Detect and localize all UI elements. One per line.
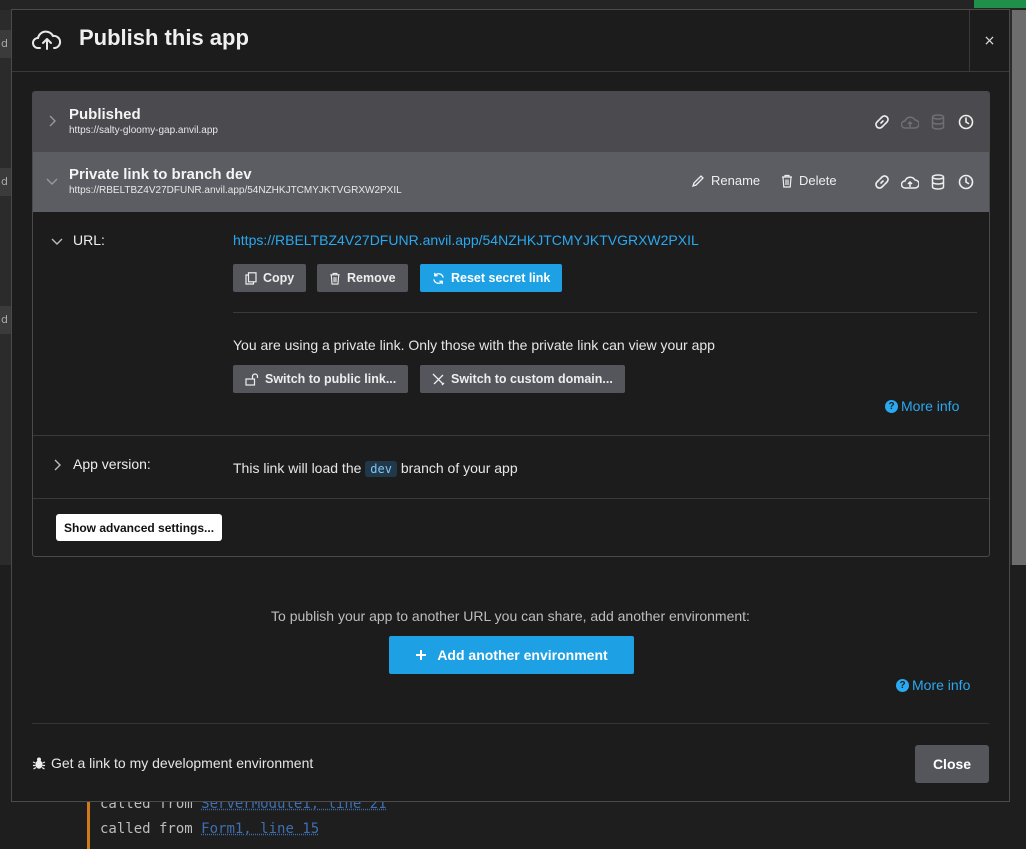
refresh-icon <box>433 272 444 284</box>
publish-dialog: Publish this app × Published https://sal… <box>11 9 1010 802</box>
question-icon: ? <box>885 399 898 413</box>
divider <box>33 435 989 436</box>
remove-button[interactable]: Remove <box>317 264 408 292</box>
rename-button[interactable]: Rename <box>691 173 760 188</box>
chevron-right-icon[interactable] <box>50 458 64 472</box>
environment-row-published[interactable]: Published https://salty-gloomy-gap.anvil… <box>33 92 989 152</box>
cloud-upload-icon <box>32 30 62 50</box>
private-url-link[interactable]: https://RBELTBZ4V27DFUNR.anvil.app/54NZH… <box>233 232 699 248</box>
plus-icon <box>416 650 427 660</box>
background-status-indicator <box>974 0 1026 8</box>
bug-icon <box>32 757 46 770</box>
switch-to-custom-domain-button[interactable]: Switch to custom domain... <box>420 365 625 393</box>
environment-actions <box>873 113 975 131</box>
divider <box>233 312 977 313</box>
rename-label: Rename <box>711 173 761 188</box>
add-environment-note: To publish your app to another URL you c… <box>271 608 750 624</box>
add-environment-button[interactable]: Add another environment <box>389 636 634 674</box>
unlock-icon <box>245 372 259 386</box>
environment-detail: URL: https://RBELTBZ4V27DFUNR.anvil.app/… <box>33 212 989 556</box>
database-icon <box>929 113 947 131</box>
private-link-note: You are using a private link. Only those… <box>233 337 715 353</box>
branch-name-badge: dev <box>365 461 397 477</box>
more-info-link[interactable]: ? More info <box>896 677 970 693</box>
trash-icon <box>782 174 792 188</box>
app-version-section-label: App version: <box>73 456 151 472</box>
database-icon[interactable] <box>929 173 947 191</box>
switch-to-public-link-label: Switch to public link... <box>265 372 397 386</box>
clock-icon[interactable] <box>957 173 975 191</box>
environment-name: Published <box>69 106 141 123</box>
console-link[interactable]: Form1, line 15 <box>201 821 319 837</box>
app-version-note: This link will load the dev branch of yo… <box>233 460 518 477</box>
close-button[interactable]: Close <box>915 745 989 783</box>
reset-secret-link-button[interactable]: Reset secret link <box>420 264 563 292</box>
development-environment-link[interactable]: Get a link to my development environment <box>32 755 313 771</box>
switch-to-public-link-button[interactable]: Switch to public link... <box>233 365 409 393</box>
environment-row-private[interactable]: Private link to branch dev https://RBELT… <box>33 152 989 212</box>
tools-icon <box>432 373 445 385</box>
console-line: called from Form1, line 15 <box>100 821 320 837</box>
environment-name: Private link to branch dev <box>69 166 252 183</box>
chevron-right-icon[interactable] <box>45 114 59 128</box>
cloud-publish-icon <box>901 113 919 131</box>
chevron-down-icon[interactable] <box>50 234 64 248</box>
pencil-icon <box>691 174 704 187</box>
divider <box>33 498 989 499</box>
dialog-title: Publish this app <box>79 25 249 50</box>
chevron-down-icon[interactable] <box>45 174 59 188</box>
delete-label: Delete <box>799 173 837 188</box>
environment-actions <box>873 173 975 191</box>
environments-panel: Published https://salty-gloomy-gap.anvil… <box>32 91 990 557</box>
trash-icon <box>330 272 340 285</box>
more-info-link[interactable]: ? More info <box>885 398 959 414</box>
question-icon: ? <box>896 678 909 692</box>
switch-to-custom-domain-label: Switch to custom domain... <box>451 372 613 386</box>
link-icon[interactable] <box>873 173 891 191</box>
delete-button[interactable]: Delete <box>781 173 837 188</box>
url-section-label: URL: <box>73 232 105 248</box>
cloud-publish-icon[interactable] <box>901 173 919 191</box>
copy-label: Copy <box>263 271 295 285</box>
environment-url: https://RBELTBZ4V27DFUNR.anvil.app/54NZH… <box>69 185 402 196</box>
copy-button[interactable]: Copy <box>233 264 307 292</box>
remove-label: Remove <box>347 271 396 285</box>
dialog-close-x-button[interactable]: × <box>969 10 1009 72</box>
development-environment-label: Get a link to my development environment <box>51 755 314 771</box>
dialog-header: Publish this app × <box>12 10 1009 72</box>
divider <box>32 723 989 724</box>
link-icon[interactable] <box>873 113 891 131</box>
copy-icon <box>245 271 257 285</box>
background-right-panel <box>1012 10 1026 565</box>
reset-secret-link-label: Reset secret link <box>451 271 551 285</box>
show-advanced-settings-button[interactable]: Show advanced settings... <box>56 514 223 541</box>
add-environment-label: Add another environment <box>437 647 608 663</box>
environment-url: https://salty-gloomy-gap.anvil.app <box>69 125 218 136</box>
clock-icon[interactable] <box>957 113 975 131</box>
